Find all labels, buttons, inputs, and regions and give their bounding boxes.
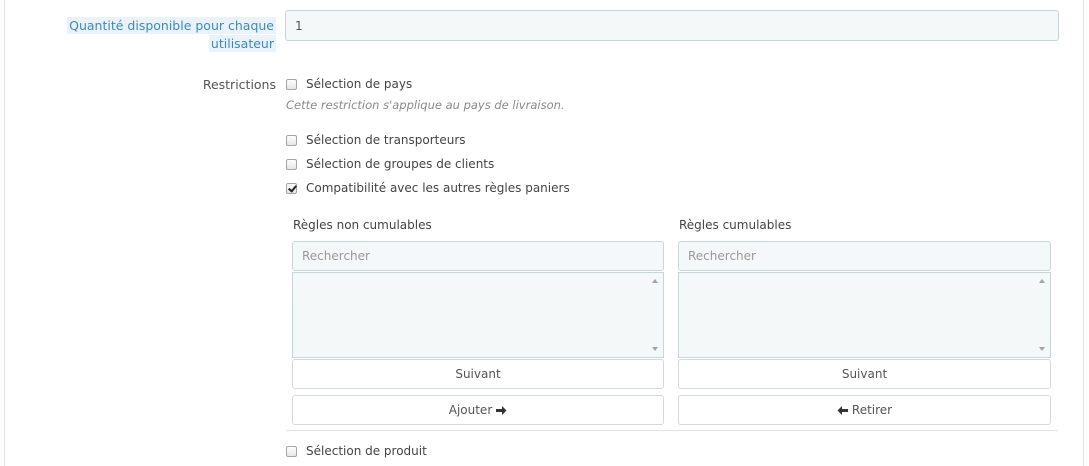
country-checkbox[interactable] xyxy=(286,78,297,90)
compat-checkbox[interactable] xyxy=(286,182,297,194)
country-restriction-row[interactable]: Sélection de pays xyxy=(286,77,412,91)
carrier-checkbox[interactable] xyxy=(286,134,297,146)
cumulative-search-placeholder: Rechercher xyxy=(688,249,756,263)
section-divider xyxy=(286,430,1058,431)
compat-restriction-row[interactable]: Compatibilité avec les autres règles pan… xyxy=(286,181,570,195)
scroll-up-icon[interactable] xyxy=(652,279,658,283)
cumulative-scrollbar[interactable] xyxy=(1035,273,1050,357)
non-cumulative-list[interactable] xyxy=(292,272,664,358)
add-rule-label: Ajouter xyxy=(448,403,493,417)
compat-checkbox-label: Compatibilité avec les autres règles pan… xyxy=(306,181,570,195)
quantity-label-line2: utilisateur xyxy=(208,35,276,52)
product-checkbox-label: Sélection de produit xyxy=(306,444,427,458)
non-cumulative-title: Règles non cumulables xyxy=(293,218,432,232)
cumulative-search-input[interactable]: Rechercher xyxy=(678,241,1051,271)
quantity-value: 1 xyxy=(295,18,303,33)
group-checkbox[interactable] xyxy=(286,158,297,170)
product-checkbox[interactable] xyxy=(286,445,297,457)
non-cumulative-search-placeholder: Rechercher xyxy=(302,249,370,263)
scroll-down-icon[interactable] xyxy=(652,347,658,351)
arrow-left-icon xyxy=(837,405,848,415)
arrow-right-icon xyxy=(496,405,507,415)
remove-rule-button[interactable]: Retirer xyxy=(678,395,1051,425)
add-rule-button[interactable]: Ajouter xyxy=(292,395,664,425)
non-cumulative-next-label: Suivant xyxy=(455,367,501,381)
remove-rule-label: Retirer xyxy=(851,403,893,417)
scroll-up-icon[interactable] xyxy=(1039,279,1045,283)
group-checkbox-label: Sélection de groupes de clients xyxy=(306,157,495,171)
quantity-label-line1: Quantité disponible pour chaque xyxy=(67,17,276,34)
quantity-label: Quantité disponible pour chaque utilisat… xyxy=(67,17,276,53)
non-cumulative-search-input[interactable]: Rechercher xyxy=(292,241,664,271)
carrier-checkbox-label: Sélection de transporteurs xyxy=(306,133,466,147)
carrier-restriction-row[interactable]: Sélection de transporteurs xyxy=(286,133,466,147)
cumulative-list[interactable] xyxy=(678,272,1051,358)
group-restriction-row[interactable]: Sélection de groupes de clients xyxy=(286,157,494,171)
country-help-text: Cette restriction s'applique au pays de … xyxy=(286,98,565,112)
non-cumulative-scrollbar[interactable] xyxy=(648,273,663,357)
cumulative-next-button[interactable]: Suivant xyxy=(678,359,1051,389)
quantity-input[interactable]: 1 xyxy=(285,10,1059,41)
country-checkbox-label: Sélection de pays xyxy=(306,77,413,91)
cumulative-next-label: Suivant xyxy=(841,367,888,381)
restrictions-label: Restrictions xyxy=(202,77,276,92)
scroll-down-icon[interactable] xyxy=(1039,347,1045,351)
non-cumulative-next-button[interactable]: Suivant xyxy=(292,359,664,389)
product-restriction-row[interactable]: Sélection de produit xyxy=(286,444,427,458)
cumulative-title: Règles cumulables xyxy=(679,218,792,232)
